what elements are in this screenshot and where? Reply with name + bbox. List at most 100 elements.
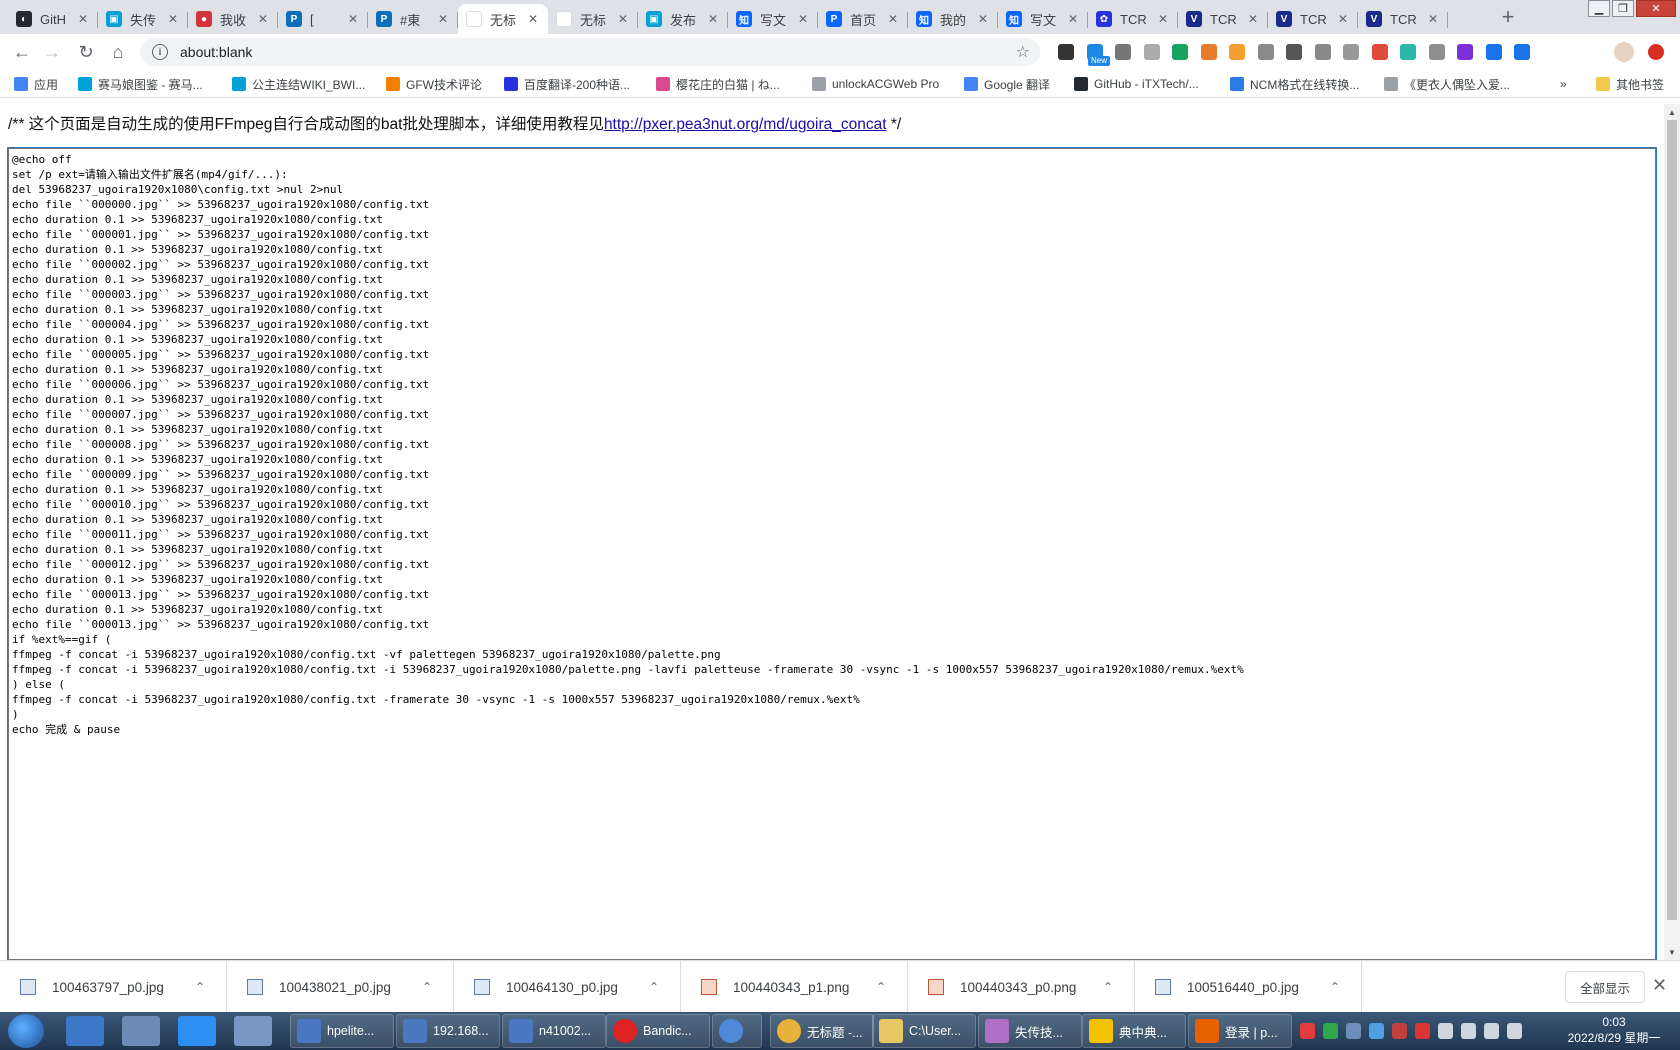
page-scrollbar[interactable]: ▲ ▼ [1664, 104, 1680, 960]
browser-tab[interactable]: ▣ 发布 ✕ [638, 4, 728, 34]
site-info-icon[interactable]: i [152, 44, 168, 60]
extension-icon[interactable] [1343, 44, 1359, 60]
bookmark-item[interactable]: 公主连结WIKI_BWI... [232, 75, 365, 93]
close-tab-icon[interactable]: ✕ [166, 12, 180, 26]
bookmark-item[interactable]: 百度翻译-200种语... [504, 75, 630, 93]
bookmark-item[interactable]: Google 翻译 [964, 75, 1050, 93]
close-tab-icon[interactable]: ✕ [1156, 12, 1170, 26]
close-shelf-icon[interactable]: ✕ [1652, 975, 1667, 996]
update-menu-icon[interactable] [1648, 44, 1664, 60]
extension-icon[interactable] [1457, 44, 1473, 60]
download-item[interactable]: 100464130_p0.jpg ⌃ [454, 961, 681, 1013]
bookmark-star-icon[interactable]: ☆ [1016, 42, 1030, 62]
address-bar[interactable]: i about:blank ☆ [140, 38, 1040, 66]
bookmark-item[interactable]: GitHub - iTXTech/... [1074, 75, 1199, 93]
browser-tab[interactable]: P #東 ✕ [368, 4, 458, 34]
download-item[interactable]: 100463797_p0.jpg ⌃ [0, 961, 227, 1013]
bookmark-item[interactable]: NCM格式在线转换... [1230, 75, 1359, 93]
taskbar-task[interactable]: Bandic... [606, 1014, 710, 1048]
home-button[interactable]: ⌂ [106, 40, 130, 64]
download-item[interactable]: 100440343_p1.png ⌃ [681, 961, 908, 1013]
tray-app-icon[interactable] [1415, 1023, 1430, 1039]
tray-app-icon[interactable] [1346, 1023, 1361, 1039]
desktop-pin-icon[interactable] [66, 1016, 104, 1046]
bookmark-item[interactable]: GFW技术评论 [386, 75, 482, 93]
browser-tab[interactable]: ◐ GitH ✕ [8, 4, 98, 34]
extension-icon[interactable] [1257, 44, 1274, 60]
browser-tab[interactable]: 知写文 ✕ [728, 4, 818, 34]
tray-app-icon[interactable] [1438, 1023, 1453, 1039]
taskbar-task[interactable]: 典中典... [1082, 1014, 1186, 1048]
close-tab-icon[interactable]: ✕ [76, 12, 90, 26]
extension-icon[interactable] [1115, 44, 1131, 60]
ie-pin-icon[interactable] [178, 1016, 216, 1046]
explorer-pin-icon[interactable] [122, 1016, 160, 1046]
browser-tab[interactable]: ✿ TCR ✕ [1088, 4, 1178, 34]
close-tab-icon[interactable]: ✕ [1426, 12, 1440, 26]
download-menu-caret-icon[interactable]: ⌃ [415, 980, 439, 994]
tutorial-link[interactable]: http://pxer.pea3nut.org/md/ugoira_concat [604, 116, 887, 133]
network-pin-icon[interactable] [234, 1016, 272, 1046]
close-tab-icon[interactable]: ✕ [706, 12, 720, 26]
browser-tab[interactable]: 无标 ✕ [458, 4, 548, 34]
script-textarea[interactable]: @echo off set /p ext=请输入输出文件扩展名(mp4/gif/.… [7, 147, 1657, 961]
tray-app-icon[interactable] [1392, 1023, 1407, 1039]
profile-avatar[interactable] [1614, 42, 1634, 62]
browser-tab[interactable]: V TCR ✕ [1268, 4, 1358, 34]
bookmark-item[interactable]: 赛马娘图鉴 - 赛马... [78, 75, 203, 93]
taskbar-task[interactable]: hpelite... [290, 1014, 394, 1048]
close-tab-icon[interactable]: ✕ [256, 12, 270, 26]
new-tab-button[interactable]: + [1494, 4, 1522, 30]
minimize-button[interactable]: ▁ [1588, 0, 1610, 17]
scrollbar-thumb[interactable] [1667, 120, 1677, 920]
browser-tab[interactable]: P 首页 ✕ [818, 4, 908, 34]
show-all-downloads-button[interactable]: 全部显示 [1565, 971, 1645, 1003]
browser-tab[interactable]: 无标 ✕ [548, 4, 638, 34]
close-tab-icon[interactable]: ✕ [1066, 12, 1080, 26]
browser-tab[interactable]: ▣ 失传 ✕ [98, 4, 188, 34]
browser-tab[interactable]: 知写文 ✕ [998, 4, 1088, 34]
extension-icon[interactable] [1200, 44, 1217, 60]
browser-tab[interactable]: P [✕ [278, 4, 368, 34]
extension-icon[interactable] [1286, 44, 1302, 60]
close-tab-icon[interactable]: ✕ [1336, 12, 1350, 26]
extension-icon[interactable] [1172, 44, 1188, 60]
back-button[interactable]: ← [10, 40, 34, 64]
download-menu-caret-icon[interactable]: ⌃ [642, 980, 666, 994]
extension-icon[interactable] [1485, 44, 1502, 60]
green-dot-icon[interactable] [1323, 1023, 1338, 1039]
browser-tab[interactable]: V TCR ✕ [1178, 4, 1268, 34]
volume-icon[interactable] [1507, 1023, 1522, 1039]
download-menu-caret-icon[interactable]: ⌃ [188, 980, 212, 994]
extension-icon[interactable] [1428, 44, 1445, 60]
other-bookmarks-folder[interactable]: 其他书签 [1596, 75, 1664, 93]
download-menu-caret-icon[interactable]: ⌃ [1323, 980, 1347, 994]
close-tab-icon[interactable]: ✕ [1246, 12, 1260, 26]
download-menu-caret-icon[interactable]: ⌃ [1096, 980, 1120, 994]
browser-tab[interactable]: ● 我收 ✕ [188, 4, 278, 34]
extension-icon[interactable] [1229, 44, 1245, 60]
start-button[interactable] [8, 1014, 44, 1048]
extension-icon[interactable] [1058, 44, 1074, 60]
maximize-button[interactable]: ❐ [1612, 0, 1634, 17]
address-input[interactable]: about:blank [180, 44, 1016, 60]
network-icon[interactable] [1484, 1023, 1499, 1039]
close-tab-icon[interactable]: ✕ [436, 12, 450, 26]
download-item[interactable]: 100516440_p0.jpg ⌃ [1135, 961, 1362, 1013]
system-clock[interactable]: 0:03 2022/8/29 星期一 [1550, 1014, 1678, 1046]
extension-icon[interactable] [1371, 44, 1388, 60]
sogou-icon[interactable] [1300, 1023, 1315, 1039]
close-tab-icon[interactable]: ✕ [886, 12, 900, 26]
taskbar-task[interactable]: C:\User... [872, 1014, 976, 1048]
bluetooth-icon[interactable] [1369, 1023, 1384, 1039]
browser-tab[interactable]: V TCR ✕ [1358, 4, 1448, 34]
close-window-button[interactable]: ✕ [1636, 0, 1676, 17]
extension-icon[interactable] [1514, 44, 1530, 60]
bookmark-item[interactable]: 应用 [14, 75, 58, 93]
taskbar-task[interactable]: 失传技... [978, 1014, 1082, 1048]
reload-button[interactable]: ↻ [74, 40, 98, 64]
browser-tab[interactable]: 知我的 ✕ [908, 4, 998, 34]
extension-icon[interactable] [1400, 44, 1416, 60]
close-tab-icon[interactable]: ✕ [976, 12, 990, 26]
scroll-down-icon[interactable]: ▼ [1664, 944, 1680, 960]
